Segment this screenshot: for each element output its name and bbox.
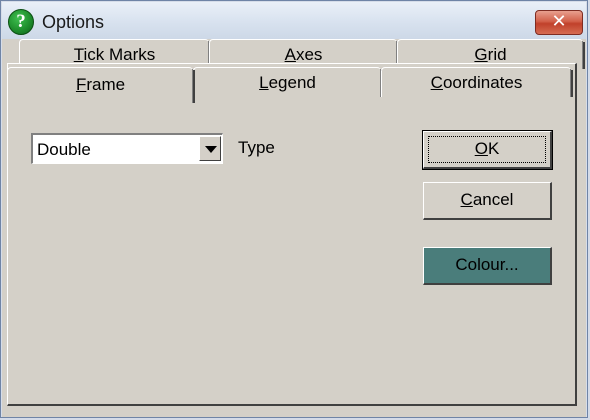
frame-type-label: Type: [238, 138, 275, 157]
cancel-mnemonic: C: [460, 190, 473, 209]
tab-coordinates-mnemonic: C: [430, 73, 443, 92]
dropdown-button[interactable]: [199, 136, 221, 161]
cancel-label: ancel: [472, 190, 514, 209]
tab-grid-mnemonic: G: [474, 45, 488, 64]
frame-type-value: Double: [37, 140, 91, 159]
close-button[interactable]: ✕: [535, 10, 583, 35]
tab-axes-label: xes: [295, 45, 323, 64]
help-icon: ?: [8, 9, 34, 35]
options-dialog: ? Options ✕ Tick Marks Axes Grid Frame L…: [0, 0, 588, 418]
colour-button[interactable]: Colour...: [423, 247, 552, 285]
ok-button[interactable]: OK: [422, 130, 553, 170]
tab-legend[interactable]: Legend: [193, 67, 383, 97]
focus-rectangle: [428, 136, 546, 163]
window-title: Options: [42, 12, 105, 32]
tab-coordinates-label: oordinates: [442, 73, 523, 92]
colour-label: Colour...: [455, 255, 519, 274]
chevron-down-icon: [205, 146, 217, 153]
tab-tick-marks-label: ick Marks: [83, 45, 156, 64]
tab-legend-mnemonic: L: [259, 73, 269, 92]
cancel-button[interactable]: Cancel: [423, 182, 552, 220]
tab-coordinates[interactable]: Coordinates: [381, 67, 573, 97]
tab-frame-label: rame: [86, 75, 126, 94]
tab-grid-label: rid: [487, 45, 507, 64]
tab-legend-label: egend: [268, 73, 316, 92]
tab-panel-frame: [7, 63, 577, 406]
title-bar[interactable]: ? Options ✕: [2, 2, 586, 39]
tab-frame[interactable]: Frame: [7, 67, 195, 103]
tab-axes-mnemonic: A: [284, 45, 296, 64]
tab-frame-mnemonic: F: [75, 75, 87, 94]
frame-type-select[interactable]: Double: [31, 133, 223, 164]
